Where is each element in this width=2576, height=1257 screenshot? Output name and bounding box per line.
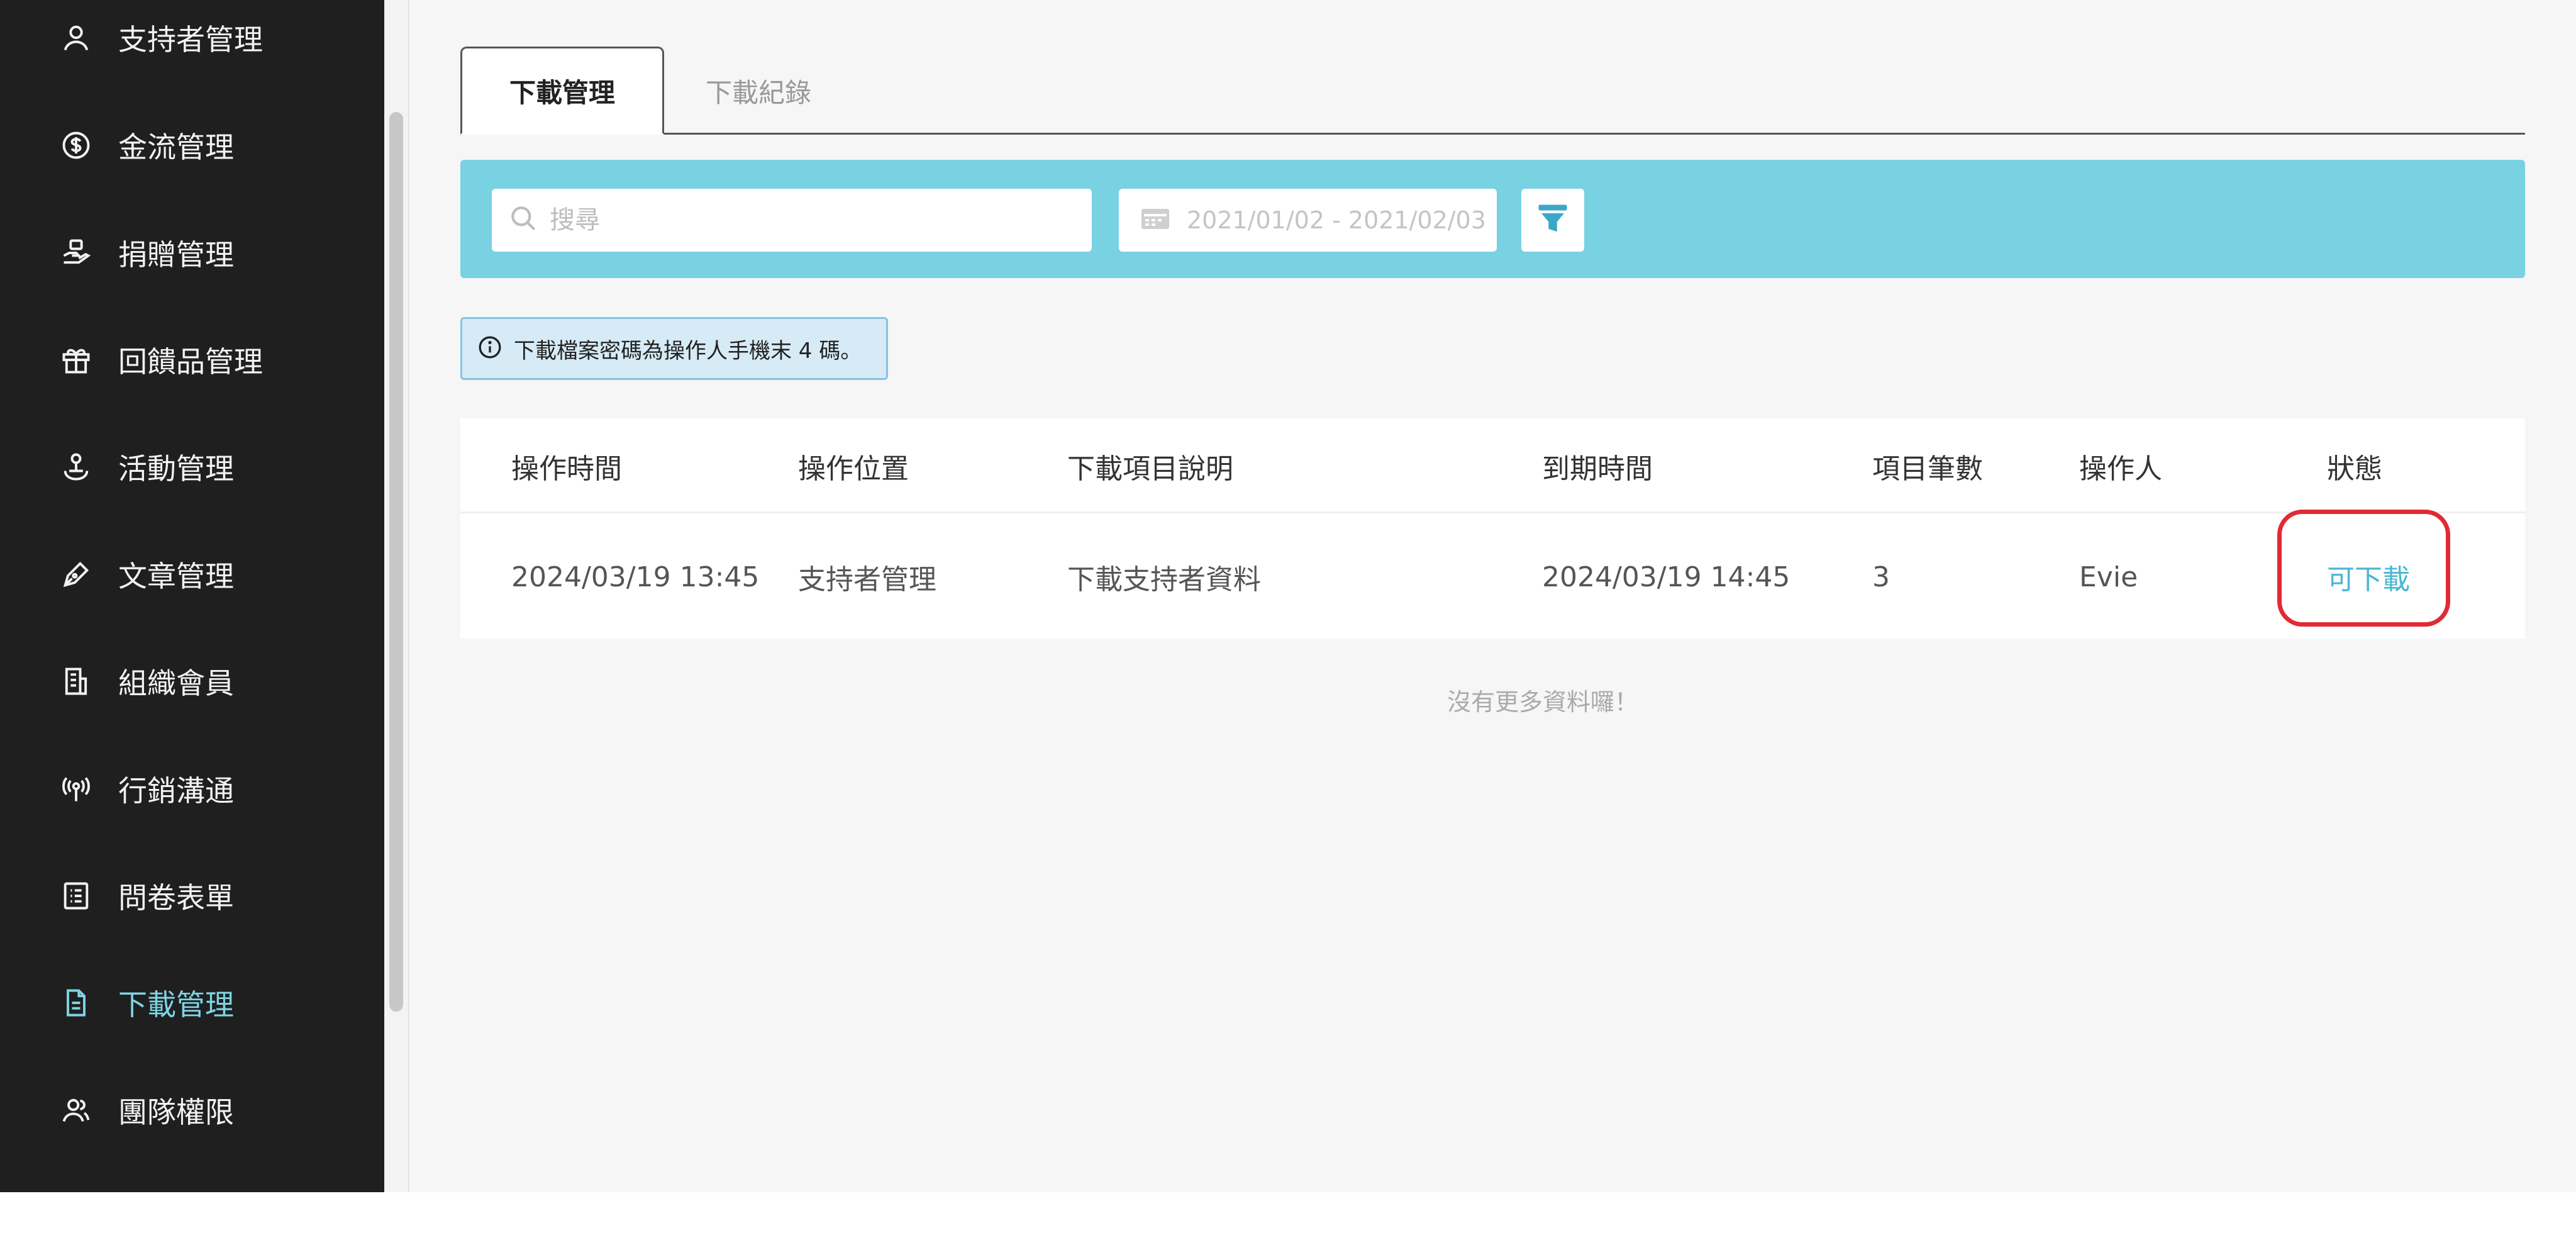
sidebar-item-label: 團隊權限: [118, 1095, 234, 1129]
bottom-blank-area: [0, 1192, 2576, 1257]
sidebar-item-label: 文章管理: [118, 559, 234, 593]
tab-download-management[interactable]: 下載管理: [460, 47, 664, 135]
sidebar-item-marketing[interactable]: 行銷溝通: [58, 757, 234, 820]
team-icon: [58, 1092, 94, 1129]
sidebar-item-label: 組織會員: [118, 666, 234, 700]
sidebar-item-downloads[interactable]: 下載管理: [58, 971, 234, 1034]
sidebar-item-label: 活動管理: [118, 452, 234, 486]
column-header-time: 操作時間: [511, 452, 622, 485]
sidebar-item-donations[interactable]: 捐贈管理: [58, 221, 234, 284]
gift-icon: [58, 342, 94, 378]
downloads-table: 操作時間 操作位置 下載項目說明 到期時間 項目筆數 操作人 狀態 2024/0…: [460, 418, 2525, 639]
search-field[interactable]: [492, 189, 1092, 252]
donation-hand-icon: [58, 235, 94, 271]
sidebar-item-team[interactable]: 團隊權限: [58, 1079, 234, 1142]
table-row: 2024/03/19 13:45 支持者管理 下載支持者資料 2024/03/1…: [460, 515, 2525, 639]
cell-count: 3: [1872, 561, 1890, 593]
notice-text: 下載檔案密碼為操作人手機末 4 碼。: [514, 338, 862, 364]
no-more-data-text: 沒有更多資料囉！: [1447, 688, 1639, 716]
filter-bar: 2021/01/02 - 2021/02/03: [460, 160, 2525, 278]
cell-location: 支持者管理: [798, 564, 936, 596]
sidebar-item-org-members[interactable]: 組織會員: [58, 650, 234, 713]
tab-download-history[interactable]: 下載紀錄: [664, 47, 853, 135]
column-header-operator: 操作人: [2079, 452, 2162, 485]
sidebar-item-label: 問卷表單: [118, 881, 234, 915]
sidebar-item-articles[interactable]: 文章管理: [58, 543, 234, 606]
cell-operator: Evie: [2079, 561, 2138, 593]
sidebar-item-label: 下載管理: [118, 988, 234, 1022]
file-icon: [58, 985, 94, 1021]
calendar-icon: [1140, 207, 1170, 233]
event-icon: [58, 449, 94, 485]
search-icon: [508, 203, 540, 237]
sidebar-item-label: 金流管理: [118, 130, 234, 164]
filter-button[interactable]: [1521, 189, 1584, 252]
info-notice: 下載檔案密碼為操作人手機末 4 碼。: [460, 317, 888, 380]
date-range-value: 2021/01/02 - 2021/02/03: [1187, 206, 1486, 234]
sidebar-item-events[interactable]: 活動管理: [58, 435, 234, 498]
building-icon: [58, 663, 94, 700]
column-header-status: 狀態: [2327, 452, 2382, 485]
sidebar-item-label: 捐贈管理: [118, 238, 234, 272]
user-icon: [58, 20, 94, 56]
sidebar: 支持者管理 金流管理 捐贈管理 回饋品管理 活動管理 文章管理 組織會員 行銷溝…: [0, 0, 384, 1192]
sidebar-item-supporters[interactable]: 支持者管理: [58, 6, 263, 69]
main-content: 下載管理 下載紀錄 2021/01/02 - 2021/02/03 下載檔案密碼…: [409, 0, 2576, 1192]
column-header-expires: 到期時間: [1542, 452, 1653, 485]
info-icon: [477, 335, 502, 362]
cell-description: 下載支持者資料: [1067, 564, 1261, 596]
sidebar-item-forms[interactable]: 問卷表單: [58, 864, 234, 927]
date-range-picker[interactable]: 2021/01/02 - 2021/02/03: [1119, 189, 1497, 252]
column-header-description: 下載項目說明: [1067, 452, 1233, 485]
scrollbar-thumb[interactable]: [389, 112, 403, 1012]
sidebar-item-label: 行銷溝通: [118, 774, 234, 808]
dollar-circle-icon: [58, 127, 94, 164]
cell-time: 2024/03/19 13:45: [511, 561, 760, 593]
funnel-icon: [1536, 202, 1570, 238]
column-header-location: 操作位置: [798, 452, 909, 485]
search-input[interactable]: [550, 206, 1065, 235]
broadcast-icon: [58, 771, 94, 807]
sidebar-item-label: 支持者管理: [118, 23, 263, 57]
cell-expires: 2024/03/19 14:45: [1542, 561, 1790, 593]
sidebar-item-rewards[interactable]: 回饋品管理: [58, 328, 263, 391]
sidebar-item-label: 回饋品管理: [118, 345, 263, 379]
sidebar-item-payments[interactable]: 金流管理: [58, 114, 234, 177]
list-form-icon: [58, 878, 94, 914]
download-available-link[interactable]: 可下載: [2327, 515, 2410, 639]
pen-icon: [58, 556, 94, 593]
column-header-count: 項目筆數: [1872, 452, 1983, 485]
sidebar-scrollbar[interactable]: [384, 0, 409, 1192]
table-header: 操作時間 操作位置 下載項目說明 到期時間 項目筆數 操作人 狀態: [460, 418, 2525, 513]
